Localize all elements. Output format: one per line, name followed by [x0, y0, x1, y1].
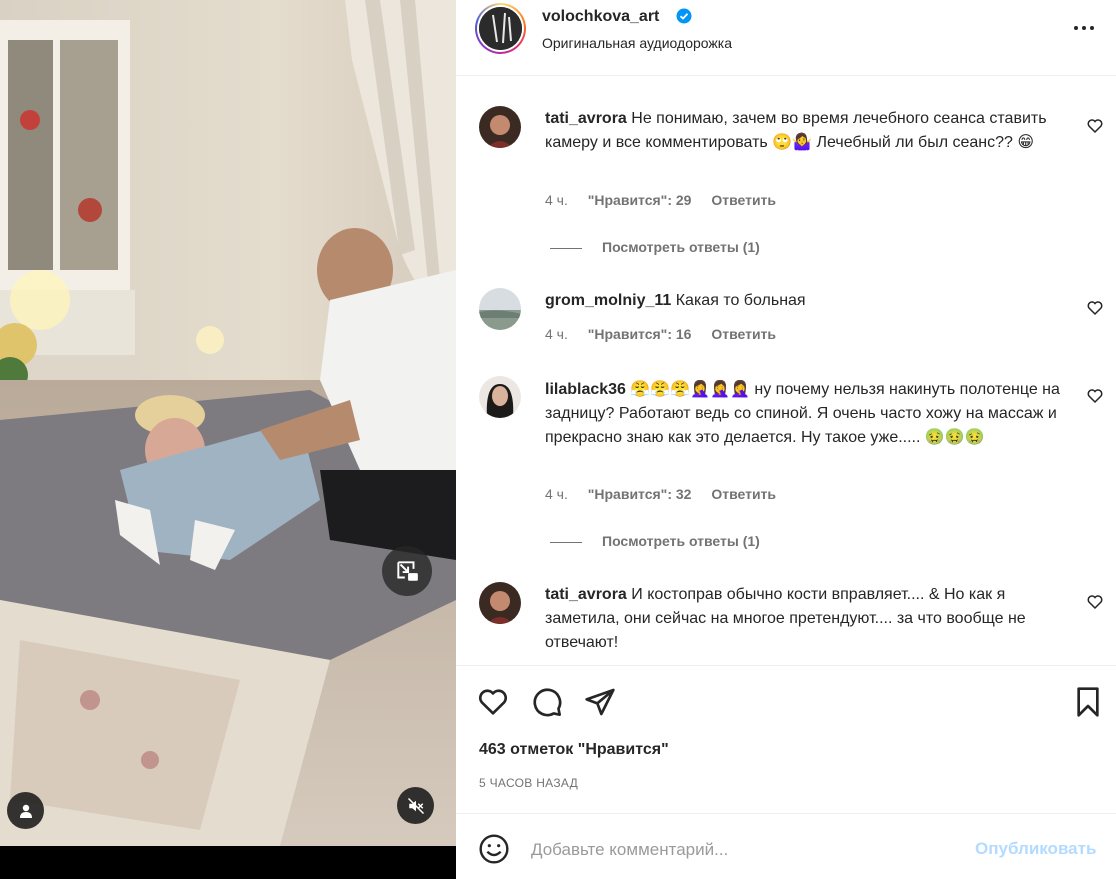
comment-time: 4 ч. [545, 192, 568, 208]
user-tag-icon [19, 804, 32, 818]
commenter-avatar[interactable] [479, 288, 521, 330]
picture-in-picture-button[interactable] [382, 546, 432, 596]
comment-text: grom_molniy_11 Какая то больная [545, 289, 1075, 313]
reply-button[interactable]: Ответить [711, 326, 776, 342]
comment-composer: Опубликовать [456, 813, 1116, 879]
more-options-icon[interactable] [1072, 18, 1096, 38]
author-avatar-image [479, 7, 522, 50]
publish-button[interactable]: Опубликовать [975, 839, 1096, 859]
share-icon[interactable] [584, 686, 616, 718]
commenter-avatar[interactable] [479, 582, 521, 624]
comment-username[interactable]: grom_molniy_11 [545, 292, 671, 309]
comment-icon[interactable] [531, 686, 563, 718]
author-avatar[interactable] [475, 3, 526, 54]
video-frame [0, 0, 456, 846]
view-replies-label: Посмотреть ответы (1) [602, 533, 760, 549]
comment-text: tati_avrora Не понимаю, зачем во время л… [545, 107, 1075, 155]
emoji-smile-icon[interactable] [478, 833, 510, 865]
comment-content: Какая то больная [675, 292, 806, 309]
audio-toggle-button[interactable] [397, 787, 434, 824]
comment-time: 4 ч. [545, 326, 568, 342]
comment-like-icon[interactable] [1086, 593, 1104, 611]
comment-text: tati_avrora И костоправ обычно кости впр… [545, 583, 1075, 655]
post-side-panel: volochkova_art Оригинальная аудиодорожка… [456, 0, 1116, 879]
instagram-post-window: volochkova_art Оригинальная аудиодорожка… [0, 0, 1116, 879]
verified-badge-icon [676, 8, 692, 24]
author-username[interactable]: volochkova_art [542, 8, 659, 26]
commenter-avatar[interactable] [479, 376, 521, 418]
comment-text: lilablack36 😤😤😤🤦‍♀️🤦‍♀️🤦‍♀️ ну почему не… [545, 378, 1075, 450]
reply-button[interactable]: Ответить [711, 486, 776, 502]
comment-like-icon[interactable] [1086, 117, 1104, 135]
post-timestamp: 5 ЧАСОВ НАЗАД [479, 776, 579, 790]
replies-divider [550, 247, 582, 249]
likes-count[interactable]: 463 отметок "Нравится" [479, 741, 669, 759]
comment-time: 4 ч. [545, 486, 568, 502]
comment-like-icon[interactable] [1086, 299, 1104, 317]
picture-in-picture-icon [397, 561, 418, 581]
post-header: volochkova_art Оригинальная аудиодорожка [456, 0, 1116, 76]
replies-divider [550, 541, 582, 543]
post-actions: 463 отметок "Нравится" 5 ЧАСОВ НАЗАД [456, 665, 1116, 813]
comment-likes[interactable]: "Нравится": 29 [588, 192, 692, 208]
bookmark-icon[interactable] [1072, 686, 1104, 718]
view-replies-button[interactable]: Посмотреть ответы (1) [550, 239, 760, 255]
audio-track-link[interactable]: Оригинальная аудиодорожка [542, 35, 732, 51]
view-replies-button[interactable]: Посмотреть ответы (1) [550, 533, 760, 549]
comment-likes[interactable]: "Нравится": 32 [588, 486, 692, 502]
post-video[interactable] [0, 0, 456, 846]
comment-username[interactable]: lilablack36 [545, 381, 626, 398]
reply-button[interactable]: Ответить [711, 192, 776, 208]
heart-icon[interactable] [477, 686, 509, 718]
comment-username[interactable]: tati_avrora [545, 586, 627, 603]
commenter-avatar[interactable] [479, 106, 521, 148]
comment-input[interactable] [531, 838, 951, 862]
tagged-users-button[interactable] [7, 792, 44, 829]
comment-likes[interactable]: "Нравится": 16 [588, 326, 692, 342]
muted-speaker-icon [407, 797, 424, 814]
comment-meta: 4 ч. "Нравится": 16 Ответить [545, 326, 792, 342]
view-replies-label: Посмотреть ответы (1) [602, 239, 760, 255]
comments-list[interactable]: tati_avrora Не понимаю, зачем во время л… [456, 77, 1116, 665]
comment-meta: 4 ч. "Нравится": 32 Ответить [545, 486, 792, 502]
comment-like-icon[interactable] [1086, 387, 1104, 405]
comment-username[interactable]: tati_avrora [545, 110, 627, 127]
comment-meta: 4 ч. "Нравится": 29 Ответить [545, 192, 792, 208]
